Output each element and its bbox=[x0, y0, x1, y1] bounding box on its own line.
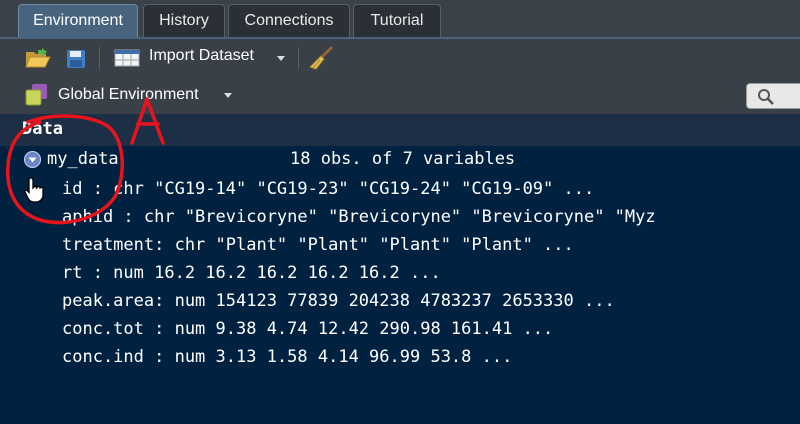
tab-connections[interactable]: Connections bbox=[228, 4, 350, 38]
chevron-down-icon bbox=[277, 56, 285, 61]
chevron-down-icon bbox=[224, 93, 232, 98]
variable-row: conc.ind : num 3.13 1.58 4.14 96.99 53.8… bbox=[62, 347, 513, 367]
environment-toolbar: Import Dataset bbox=[0, 39, 800, 77]
toolbar-separator bbox=[99, 47, 100, 69]
variable-row: conc.tot : num 9.38 4.74 12.42 290.98 16… bbox=[62, 319, 554, 339]
environment-icon bbox=[25, 84, 47, 106]
tab-history[interactable]: History bbox=[143, 4, 225, 38]
variable-row: rt : num 16.2 16.2 16.2 16.2 16.2 ... bbox=[62, 263, 441, 283]
toolbar-separator bbox=[298, 47, 299, 69]
environment-label: Global Environment bbox=[58, 86, 199, 103]
open-folder-icon[interactable] bbox=[24, 47, 52, 69]
environment-dropdown[interactable]: Global Environment bbox=[22, 76, 234, 114]
variable-row: id : chr "CG19-14" "CG19-23" "CG19-24" "… bbox=[62, 179, 595, 199]
import-dataset-button[interactable]: Import Dataset bbox=[112, 39, 290, 76]
data-section-header: Data bbox=[0, 114, 800, 146]
object-name[interactable]: my_data bbox=[47, 149, 119, 169]
save-icon[interactable] bbox=[66, 49, 86, 69]
variable-row: peak.area: num 154123 77839 204238 47832… bbox=[62, 291, 615, 311]
variable-row: aphid : chr "Brevicoryne" "Brevicoryne" … bbox=[62, 207, 656, 227]
tab-bar: Environment History Connections Tutorial bbox=[0, 0, 800, 39]
expand-collapse-icon[interactable] bbox=[24, 151, 41, 168]
search-icon bbox=[758, 89, 774, 105]
section-title: Data bbox=[22, 119, 63, 139]
environment-selector-row: Global Environment bbox=[0, 76, 800, 114]
hand-cursor-icon bbox=[24, 177, 44, 203]
object-summary: 18 obs. of 7 variables bbox=[290, 149, 516, 169]
search-input[interactable] bbox=[746, 83, 800, 109]
import-dataset-icon bbox=[114, 49, 140, 67]
import-dataset-label: Import Dataset bbox=[149, 47, 254, 64]
broom-icon[interactable] bbox=[308, 45, 334, 71]
tab-environment[interactable]: Environment bbox=[18, 4, 138, 38]
tab-tutorial[interactable]: Tutorial bbox=[353, 4, 441, 38]
variable-row: treatment: chr "Plant" "Plant" "Plant" "… bbox=[62, 235, 574, 255]
